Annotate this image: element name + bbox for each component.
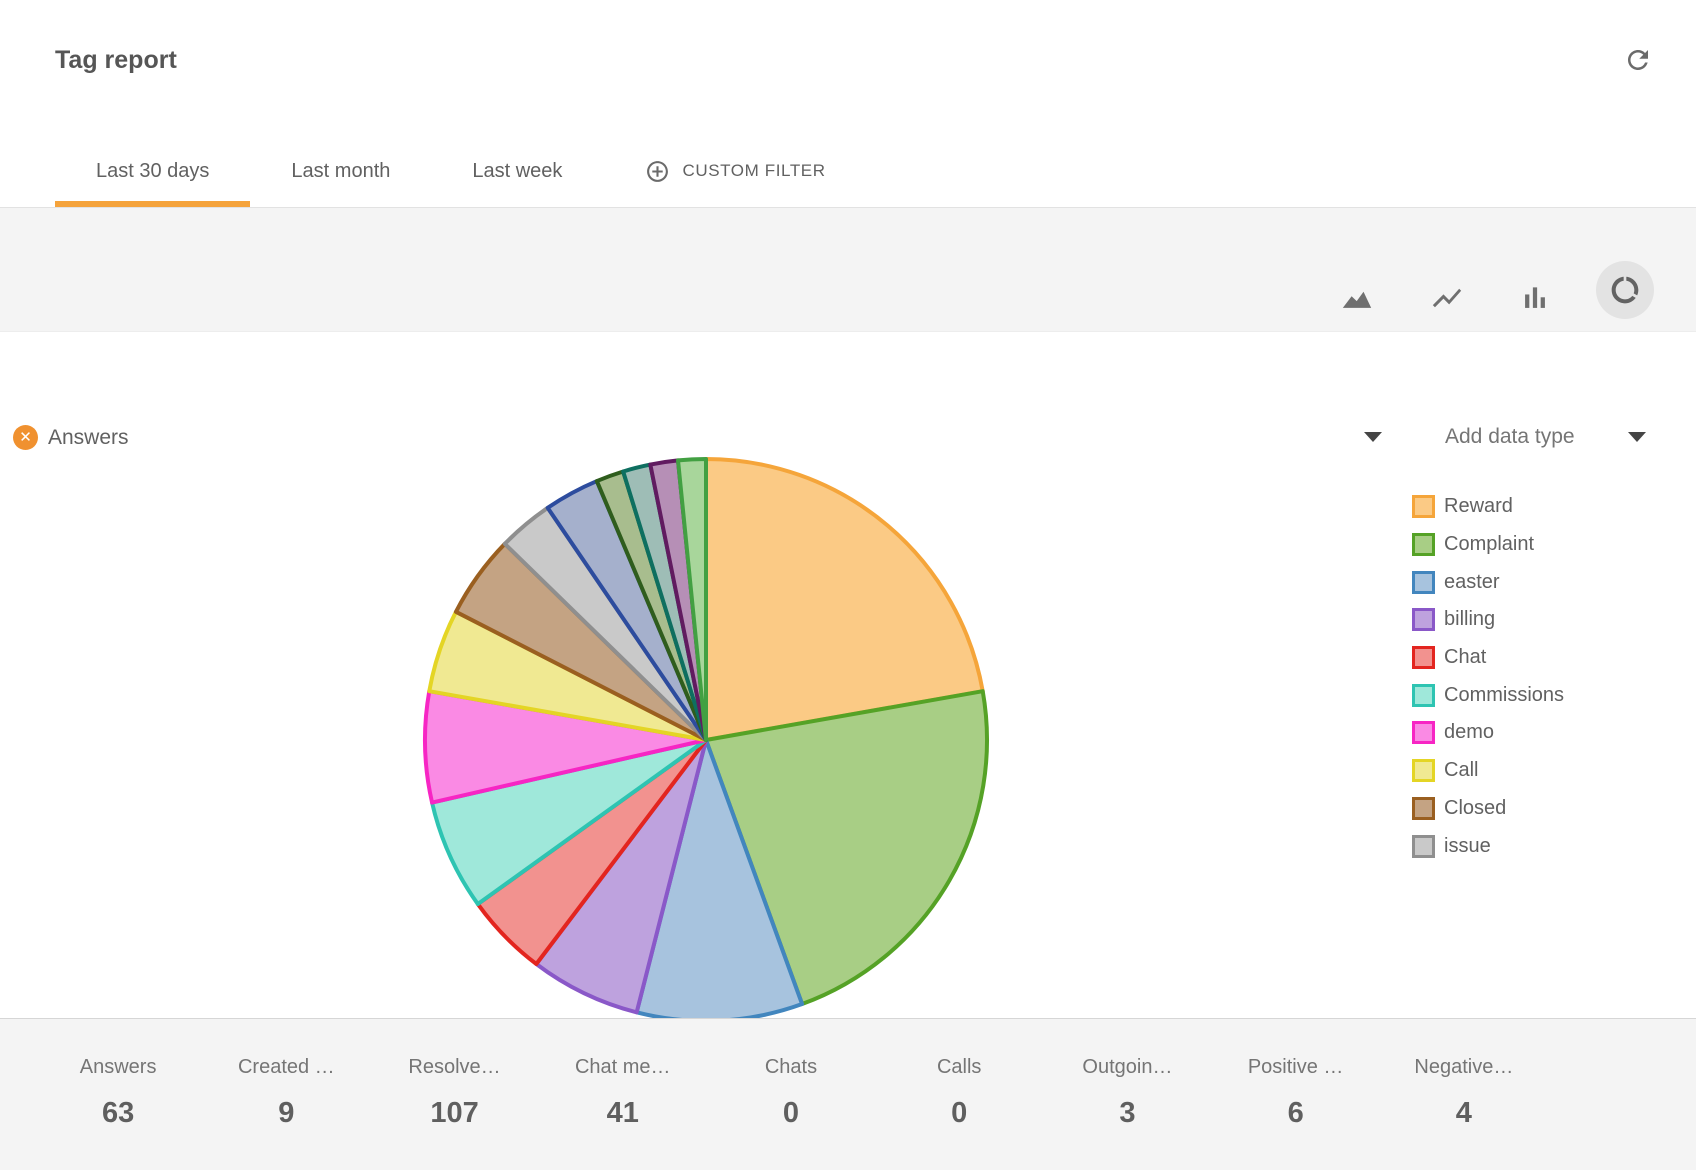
legend-label: billing [1444,608,1495,631]
stat-label: Resolve… [370,1055,538,1079]
legend-swatch-icon [1412,759,1435,782]
chart-type-toolbar [0,208,1696,332]
stat-label: Created … [202,1055,370,1079]
page-title: Tag report [55,46,177,75]
stat-label: Positive … [1212,1055,1380,1079]
stat-col-chatme: Chat me… 41 [539,1055,707,1170]
legend-swatch-icon [1412,608,1435,631]
series-dropdown-caret-icon[interactable] [1364,432,1382,442]
tab-last-week[interactable]: Last week [431,135,603,207]
legend-item-closed[interactable]: Closed [1412,790,1564,828]
legend-swatch-icon [1412,835,1435,858]
stat-label: Chats [707,1055,875,1079]
chart-legend: Reward Complaint easter billing Chat Commissi… [1412,488,1564,865]
pie-chart [406,440,1006,1018]
legend-label: Commissions [1444,684,1564,707]
legend-item-issue[interactable]: issue [1412,827,1564,865]
chart-area: ✕ Answers Add data type Reward Complaint e… [0,332,1696,1018]
bar-chart-icon[interactable] [1518,281,1552,315]
remove-series-icon[interactable]: ✕ [13,425,38,450]
legend-label: Call [1444,759,1478,782]
add-data-type-button[interactable]: Add data type [1445,425,1575,449]
stat-value: 9 [202,1097,370,1130]
custom-filter-button[interactable]: CUSTOM FILTER [603,135,867,207]
legend-item-call[interactable]: Call [1412,752,1564,790]
add-data-type-caret-icon[interactable] [1628,432,1646,442]
legend-swatch-icon [1412,721,1435,744]
legend-label: issue [1444,835,1491,858]
donut-chart-icon-selected[interactable] [1596,261,1654,319]
stat-col-resolve: Resolve… 107 [370,1055,538,1170]
legend-label: Reward [1444,495,1513,518]
line-chart-icon [1430,281,1464,315]
legend-label: Chat [1444,646,1486,669]
legend-swatch-icon [1412,571,1435,594]
legend-label: Complaint [1444,533,1534,556]
tab-last-30-days[interactable]: Last 30 days [55,135,250,207]
legend-label: demo [1444,721,1494,744]
legend-label: easter [1444,571,1500,594]
stat-label: Outgoin… [1043,1055,1211,1079]
pie-chart-svg [406,440,1006,1018]
stat-col-answers: Answers 63 [34,1055,202,1170]
stat-col-calls: Calls 0 [875,1055,1043,1170]
stat-col-positive: Positive … 6 [1212,1055,1380,1170]
series-label: Answers [48,426,129,450]
stat-value: 0 [707,1097,875,1130]
stat-col-created: Created … 9 [202,1055,370,1170]
header: Tag report Last 30 daysLast monthLast we… [0,0,1696,208]
legend-item-chat[interactable]: Chat [1412,639,1564,677]
bar-chart-icon [1518,281,1552,315]
stat-value: 63 [34,1097,202,1130]
stat-value: 0 [875,1097,1043,1130]
legend-label: Closed [1444,797,1506,820]
stat-label: Answers [34,1055,202,1079]
line-chart-icon[interactable] [1430,281,1464,315]
stats-bar: Answers63Created …9Resolve…107Chat me…41… [0,1018,1696,1170]
legend-item-reward[interactable]: Reward [1412,488,1564,526]
legend-item-demo[interactable]: demo [1412,714,1564,752]
stat-value: 107 [370,1097,538,1130]
stat-value: 4 [1380,1097,1548,1130]
area-chart-icon[interactable] [1340,281,1374,315]
legend-item-easter[interactable]: easter [1412,563,1564,601]
legend-swatch-icon [1412,684,1435,707]
stat-label: Calls [875,1055,1043,1079]
refresh-icon[interactable] [1620,43,1656,79]
legend-item-commissions[interactable]: Commissions [1412,676,1564,714]
tab-last-month[interactable]: Last month [250,135,431,207]
stat-col-negative: Negative… 4 [1380,1055,1548,1170]
legend-swatch-icon [1412,533,1435,556]
custom-filter-label: CUSTOM FILTER [682,161,825,181]
stat-col-chats: Chats 0 [707,1055,875,1170]
stat-value: 6 [1212,1097,1380,1130]
stat-label: Negative… [1380,1055,1548,1079]
tag-report-page: { "header": { "title": "Tag report" }, "… [0,0,1696,1170]
stat-value: 3 [1043,1097,1211,1130]
area-chart-icon [1340,281,1374,315]
legend-item-billing[interactable]: billing [1412,601,1564,639]
add-circle-icon [645,159,670,184]
stat-col-outgoin: Outgoin… 3 [1043,1055,1211,1170]
legend-item-complaint[interactable]: Complaint [1412,526,1564,564]
stat-value: 41 [539,1097,707,1130]
legend-swatch-icon [1412,495,1435,518]
legend-swatch-icon [1412,797,1435,820]
donut-chart-icon [1609,274,1641,306]
tab-bar: Last 30 daysLast monthLast week CUSTOM FI… [55,135,868,207]
refresh-icon [1623,45,1653,75]
series-chip-answers[interactable]: ✕ Answers [13,425,129,450]
stat-label: Chat me… [539,1055,707,1079]
legend-swatch-icon [1412,646,1435,669]
